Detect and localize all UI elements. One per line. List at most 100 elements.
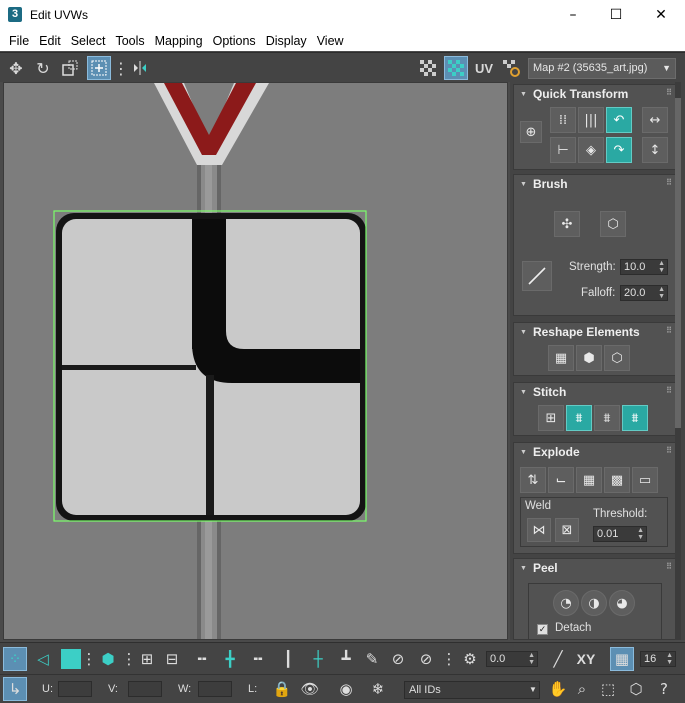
loop-icon[interactable]: ╍ — [190, 647, 214, 671]
rectangle-shape-icon[interactable]: ⬡ — [604, 345, 630, 371]
menu-edit[interactable]: Edit — [34, 34, 66, 48]
ring-grow-icon[interactable]: ┼ — [306, 647, 330, 671]
rotate-angle-spinner[interactable]: 0.0 ▲ ▼ — [486, 651, 538, 667]
stitch-header[interactable]: ▼ Stitch ⠿ — [514, 383, 675, 401]
stitch-custom-icon[interactable]: ⊞ — [538, 405, 564, 431]
strength-spinner[interactable]: 10.0 ▲ ▼ — [620, 259, 668, 275]
checker-pattern-icon[interactable] — [416, 56, 440, 80]
align-vertical-icon[interactable]: ||| — [578, 107, 604, 133]
zoom-icon[interactable]: ⌕ — [570, 677, 594, 701]
menu-display[interactable]: Display — [261, 34, 312, 48]
freeform-icon[interactable] — [87, 56, 111, 80]
menu-options[interactable]: Options — [208, 34, 261, 48]
lock-icon[interactable]: 🔒 — [270, 677, 294, 701]
quick-peel-icon[interactable]: ◔ — [553, 590, 579, 616]
rotate-ccw-icon[interactable]: ↶ — [606, 107, 632, 133]
grow-selection-icon[interactable]: ⊞ — [135, 647, 159, 671]
hide-icon[interactable]: 👁 — [298, 677, 322, 701]
paint-select-icon[interactable]: ┻ — [334, 647, 358, 671]
paint-grow-icon[interactable]: ⊘ — [414, 647, 438, 671]
absolute-offset-icon[interactable]: ↳ — [3, 677, 27, 701]
edge-select-icon[interactable]: ◁ — [31, 647, 55, 671]
paint-move-icon[interactable]: ✣ — [554, 211, 580, 237]
reset-peel-icon[interactable]: ◕ — [609, 590, 635, 616]
menu-mapping[interactable]: Mapping — [150, 34, 208, 48]
vertex-select-icon[interactable]: ⁘ — [3, 647, 27, 671]
rotate-cw-icon[interactable]: ↷ — [606, 137, 632, 163]
angle-line-icon[interactable]: ╱ — [546, 647, 570, 671]
close-button[interactable]: ✕ — [638, 0, 684, 30]
zoom-region-icon[interactable]: ⬚ — [596, 677, 620, 701]
loop-grow-icon[interactable]: ╋ — [218, 647, 242, 671]
ring-shrink-icon[interactable]: ┃ — [276, 647, 300, 671]
flatten-by-material-icon[interactable]: ▭ — [632, 467, 658, 493]
pan-icon[interactable]: ✋ — [546, 677, 570, 701]
linear-align-icon[interactable]: ◈ — [578, 137, 604, 163]
xy-toggle-button[interactable]: XY — [572, 647, 600, 671]
relax-icon[interactable]: ⬢ — [576, 345, 602, 371]
explode-header[interactable]: ▼ Explode ⠿ — [514, 443, 675, 461]
falloff-spinner[interactable]: 20.0 ▲ ▼ — [620, 285, 668, 301]
threshold-spinner[interactable]: 0.01 ▲ ▼ — [593, 526, 647, 542]
stitch-average-icon[interactable]: ⩩ — [594, 405, 620, 431]
reshape-header[interactable]: ▼ Reshape Elements ⠿ — [514, 323, 675, 341]
relax-brush-icon[interactable]: ⬡ — [600, 211, 626, 237]
weld-selected-icon[interactable]: ⋈ — [527, 518, 551, 542]
menu-select[interactable]: Select — [66, 34, 111, 48]
panel-scrollbar[interactable] — [675, 82, 681, 640]
detach-edge-icon[interactable]: ⌙ — [548, 467, 574, 493]
paint-shrink-icon[interactable]: ⊘ — [386, 647, 410, 671]
rotate-icon[interactable]: ↻ — [31, 56, 55, 80]
align-center-icon[interactable]: ⊕ — [520, 121, 542, 143]
peel-mode-icon[interactable]: ◑ — [581, 590, 607, 616]
peel-header[interactable]: ▼ Peel ⠿ — [514, 559, 675, 577]
quick-transform-header[interactable]: ▼ Quick Transform ⠿ — [514, 85, 675, 103]
flatten-by-smoothing-icon[interactable]: ▩ — [604, 467, 630, 493]
grid-size-spinner[interactable]: 16 ▲ ▼ — [640, 651, 676, 667]
detach-checkbox[interactable]: ✓ — [537, 624, 548, 635]
element-select-icon[interactable]: ⬢ — [96, 647, 120, 671]
help-icon[interactable]: ? — [652, 677, 676, 701]
menu-view[interactable]: View — [312, 34, 349, 48]
ids-dropdown[interactable]: All IDs ▼ — [404, 681, 540, 699]
w-field[interactable] — [198, 681, 232, 697]
flatten-by-polygon-icon[interactable]: ▦ — [576, 467, 602, 493]
u-field[interactable] — [58, 681, 92, 697]
scrollbar-thumb[interactable] — [675, 98, 681, 428]
rotate-angle-icon[interactable]: ⚙ — [458, 647, 482, 671]
shrink-selection-icon[interactable]: ⊟ — [160, 647, 184, 671]
move-icon[interactable]: ✥ — [4, 56, 28, 80]
stitch-target-icon[interactable]: ⩩ — [622, 405, 648, 431]
brush-header[interactable]: ▼ Brush ⠿ — [514, 175, 675, 193]
straighten-icon[interactable]: ▦ — [548, 345, 574, 371]
ring-icon[interactable]: ╍ — [246, 647, 270, 671]
maximize-button[interactable]: ☐ — [593, 0, 639, 30]
weld-target-icon[interactable]: ⊠ — [555, 518, 579, 542]
map-settings-icon[interactable] — [499, 56, 523, 80]
break-icon[interactable]: ⇅ — [520, 467, 546, 493]
brush-falloff-curve-icon[interactable] — [522, 261, 552, 291]
polygon-select-icon[interactable] — [59, 647, 83, 671]
stitch-rollout: ▼ Stitch ⠿ ⊞ ⩩ ⩩ ⩩ — [513, 382, 676, 436]
zoom-extents-icon[interactable]: ⬡ — [624, 677, 648, 701]
mirror-icon[interactable] — [128, 56, 152, 80]
map-dropdown[interactable]: Map #2 (35635_art.jpg) ▼ — [528, 58, 676, 79]
brush-title: Brush — [532, 177, 568, 191]
stitch-source-icon[interactable]: ⩩ — [566, 405, 592, 431]
menu-tools[interactable]: Tools — [110, 34, 149, 48]
v-field[interactable] — [128, 681, 162, 697]
uv-mode-button[interactable]: UV — [472, 56, 496, 80]
menu-file[interactable]: File — [4, 34, 34, 48]
uv-editor-viewport[interactable] — [3, 82, 508, 640]
paint-brush-icon[interactable]: ✎ — [360, 647, 384, 671]
space-vertical-icon[interactable]: ↕ — [642, 137, 668, 163]
align-left-icon[interactable]: ⊢ — [550, 137, 576, 163]
space-horizontal-icon[interactable]: ↔ — [642, 107, 668, 133]
show-map-icon[interactable] — [444, 56, 468, 80]
scale-icon[interactable] — [58, 56, 82, 80]
grid-snap-icon[interactable]: ▦ — [610, 647, 634, 671]
unhide-icon[interactable]: ◉ — [334, 677, 358, 701]
align-horizontal-icon[interactable]: ⁞⁞ — [550, 107, 576, 133]
minimize-button[interactable]: – — [550, 0, 596, 30]
freeze-icon[interactable]: ❄ — [366, 677, 390, 701]
